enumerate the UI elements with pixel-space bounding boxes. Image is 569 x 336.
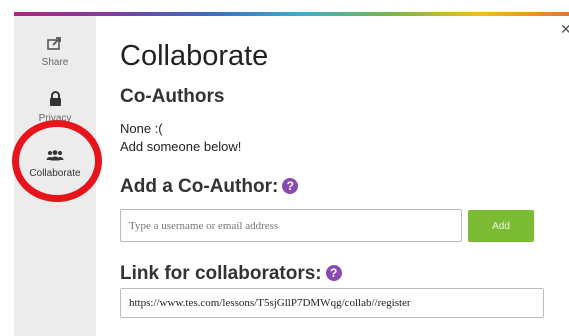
collab-link-heading: Link for collaborators:? <box>120 263 342 285</box>
share-icon <box>14 36 96 55</box>
sidebar-item-label: Share <box>41 57 69 68</box>
users-icon <box>14 148 96 166</box>
add-coauthor-heading: Add a Co-Author:? <box>120 176 299 198</box>
add-coauthor-heading-text: Add a Co-Author: <box>120 176 279 197</box>
coauthors-empty-text: None :( <box>120 121 163 136</box>
help-icon[interactable]: ? <box>282 178 299 194</box>
coauthors-heading: Co-Authors <box>120 86 225 107</box>
coauthors-empty-hint: Add someone below! <box>120 139 242 154</box>
sidebar-item-label: Collaborate <box>29 168 81 179</box>
collab-link-heading-text: Link for collaborators: <box>120 263 322 284</box>
sidebar-item-label: Privacy <box>38 113 72 124</box>
help-icon[interactable]: ? <box>325 265 342 281</box>
sidebar-item-share[interactable]: Share <box>14 36 96 68</box>
sidebar-item-privacy[interactable]: Privacy <box>14 91 96 124</box>
lock-icon <box>14 91 96 111</box>
top-color-bar <box>14 12 569 16</box>
collab-link-field[interactable]: https://www.tes.com/lessons/T5sjGllP7DMW… <box>120 288 544 318</box>
sidebar-item-collaborate[interactable]: Collaborate <box>14 148 96 179</box>
close-icon[interactable]: ✕ <box>560 22 569 36</box>
add-button[interactable]: Add <box>468 210 534 242</box>
page-title: Collaborate <box>120 40 269 72</box>
username-input[interactable] <box>120 209 462 242</box>
sidebar: Share Privacy Collaborate <box>14 16 96 336</box>
